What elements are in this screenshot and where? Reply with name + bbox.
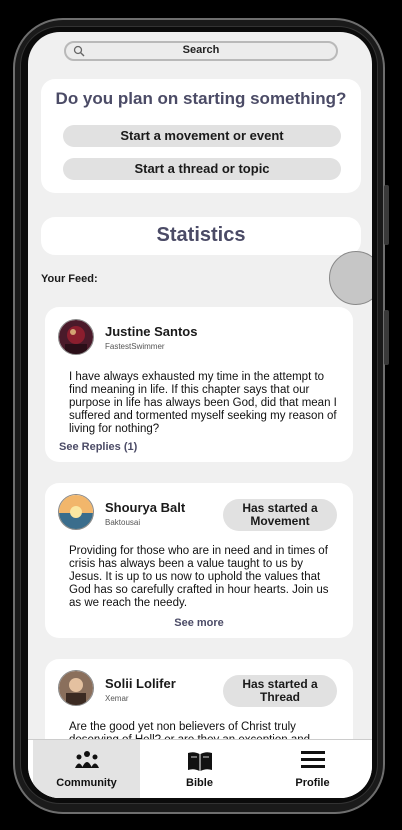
avatar-image bbox=[59, 671, 93, 705]
feed-label: Your Feed: bbox=[41, 273, 98, 285]
touch-indicator bbox=[329, 251, 372, 305]
phone-side-button bbox=[384, 185, 389, 245]
post-body: I have always exhausted my time in the a… bbox=[69, 371, 337, 435]
post-body: Providing for those who are in need and … bbox=[69, 545, 329, 609]
bottom-navigation: Community Bible Profile bbox=[28, 739, 372, 798]
nav-community-label: Community bbox=[56, 777, 117, 789]
app-screen: Search Do you plan on starting something… bbox=[28, 32, 372, 798]
search-label: Search bbox=[182, 44, 220, 56]
plan-title: Do you plan on starting something? bbox=[55, 89, 347, 108]
phone-side-button bbox=[384, 310, 389, 365]
post-author-handle: Baktousai bbox=[105, 518, 141, 527]
bible-icon bbox=[187, 752, 212, 771]
thread-badge[interactable]: Has started a Thread bbox=[223, 675, 337, 707]
nav-bible[interactable]: Bible bbox=[146, 740, 253, 798]
start-movement-button[interactable]: Start a movement or event bbox=[63, 125, 341, 147]
avatar-image bbox=[59, 495, 93, 529]
post-author-name[interactable]: Shourya Balt bbox=[105, 500, 185, 515]
statistics-title: Statistics bbox=[156, 224, 246, 246]
avatar[interactable] bbox=[58, 670, 94, 706]
avatar[interactable] bbox=[58, 494, 94, 530]
movement-badge[interactable]: Has started a Movement bbox=[223, 499, 337, 531]
see-replies-link[interactable]: See Replies (1) bbox=[59, 441, 137, 453]
avatar-image bbox=[59, 320, 93, 354]
post-author-handle: FastestSwimmer bbox=[105, 342, 165, 351]
nav-profile[interactable]: Profile bbox=[259, 740, 366, 798]
community-icon bbox=[74, 751, 99, 768]
post-author-name[interactable]: Justine Santos bbox=[105, 324, 197, 339]
plan-card: Do you plan on starting something? Start… bbox=[41, 79, 361, 193]
post-author-handle: Xemar bbox=[105, 694, 129, 703]
nav-bible-label: Bible bbox=[186, 777, 213, 789]
search-bar[interactable]: Search bbox=[64, 41, 338, 61]
see-more-link[interactable]: See more bbox=[45, 617, 353, 629]
nav-community[interactable]: Community bbox=[33, 740, 140, 798]
post-author-name[interactable]: Solii Lolifer bbox=[105, 676, 176, 691]
start-thread-button[interactable]: Start a thread or topic bbox=[63, 158, 341, 180]
menu-icon bbox=[300, 751, 325, 768]
nav-profile-label: Profile bbox=[295, 777, 330, 789]
avatar[interactable] bbox=[58, 319, 94, 355]
statistics-card[interactable]: Statistics bbox=[41, 217, 361, 255]
feed-post[interactable]: Justine Santos FastestSwimmer I have alw… bbox=[45, 307, 353, 462]
feed-post[interactable]: Shourya Balt Baktousai Has started a Mov… bbox=[45, 483, 353, 638]
